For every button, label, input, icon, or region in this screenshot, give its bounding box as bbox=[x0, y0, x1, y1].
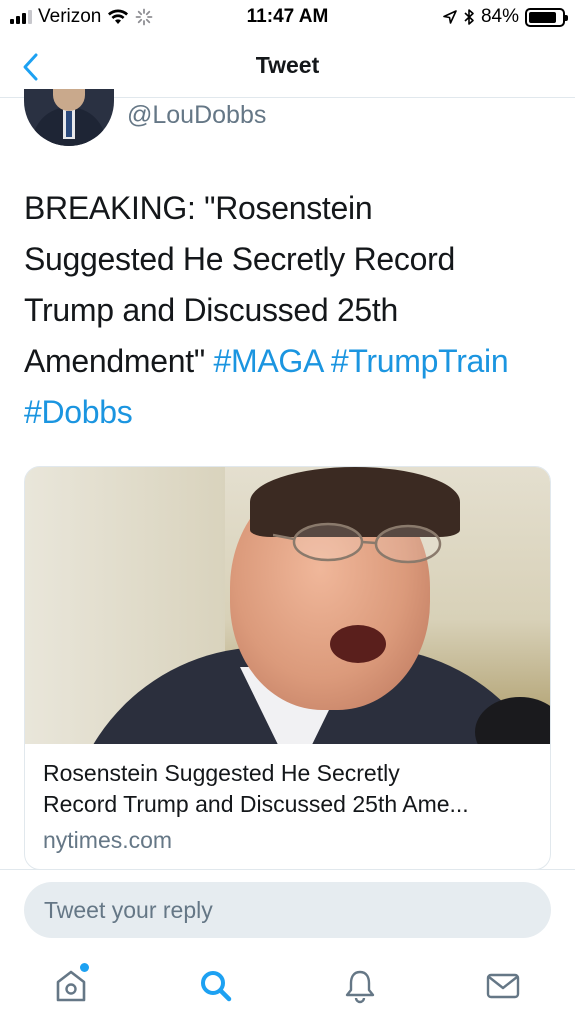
status-bar-right: 84% bbox=[443, 6, 568, 28]
status-bar: Verizon 11:47 AM 84% bbox=[0, 0, 575, 36]
tab-search[interactable] bbox=[191, 963, 241, 1009]
tweet-text-line: BREAKING: "Rosenstein bbox=[24, 190, 373, 226]
reply-bar bbox=[0, 869, 575, 951]
chevron-left-icon bbox=[23, 53, 38, 81]
tab-bar bbox=[0, 951, 575, 1024]
battery-percent: 84% bbox=[480, 6, 519, 27]
tab-notifications[interactable] bbox=[335, 963, 385, 1009]
tweet-text-line: Amendment" #MAGA #TrumpTrain bbox=[24, 336, 554, 387]
tweet-text-line: #Dobbs bbox=[24, 387, 554, 438]
author-handle[interactable]: @LouDobbs bbox=[127, 101, 266, 130]
battery-level bbox=[529, 11, 556, 23]
page-title: Tweet bbox=[255, 52, 320, 78]
tweet-text-line: Suggested He Secretly Record bbox=[24, 241, 455, 277]
tab-home[interactable] bbox=[46, 963, 96, 1009]
glasses-shape bbox=[273, 522, 442, 564]
bluetooth-icon bbox=[464, 9, 474, 25]
tweet-text-line: Trump and Discussed 25th bbox=[24, 292, 399, 328]
search-icon bbox=[201, 971, 232, 1002]
hashtag-link[interactable]: #Dobbs bbox=[24, 394, 133, 430]
home-icon bbox=[56, 970, 86, 1002]
tab-messages[interactable] bbox=[478, 963, 528, 1009]
tweet-text-fragment: Amendment" bbox=[24, 343, 205, 379]
battery-icon bbox=[525, 7, 568, 27]
hashtag-link[interactable]: #TrumpTrain bbox=[331, 343, 509, 379]
reply-input[interactable] bbox=[24, 882, 551, 938]
bell-icon bbox=[345, 970, 375, 1004]
tweet-text: BREAKING: "Rosenstein Suggested He Secre… bbox=[24, 183, 554, 438]
notification-dot bbox=[80, 963, 89, 972]
location-arrow-icon bbox=[443, 10, 457, 24]
hashtag-link[interactable]: #MAGA bbox=[214, 343, 323, 379]
link-card-body[interactable]: Rosenstein Suggested He Secretly Record … bbox=[25, 744, 550, 858]
link-card-image[interactable] bbox=[25, 467, 550, 744]
avatar[interactable] bbox=[24, 89, 114, 146]
link-card-title: Rosenstein Suggested He Secretly Record … bbox=[43, 758, 534, 820]
mail-icon bbox=[486, 973, 520, 999]
back-button[interactable] bbox=[14, 50, 48, 84]
link-card-domain: nytimes.com bbox=[43, 827, 173, 853]
link-card-title-line: Rosenstein Suggested He Secretly bbox=[43, 760, 400, 786]
link-card[interactable]: Rosenstein Suggested He Secretly Record … bbox=[24, 466, 551, 870]
link-card-title-line: Record Trump and Discussed 25th Ame... bbox=[43, 791, 469, 817]
